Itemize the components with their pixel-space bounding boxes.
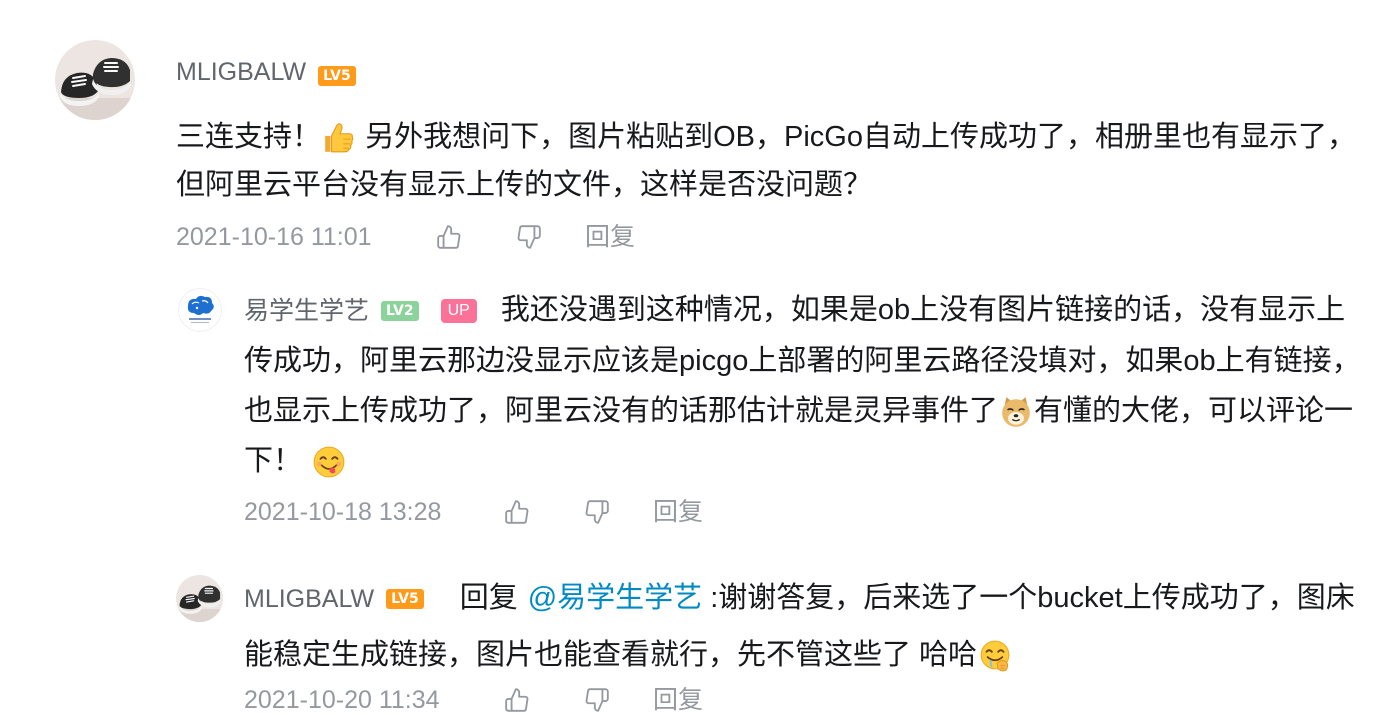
thumbs-up-emoji-icon <box>322 121 356 155</box>
reply-timestamp: 2021-10-18 13:28 <box>244 498 442 526</box>
dislike-button[interactable] <box>584 499 610 525</box>
comment-user-avatar[interactable] <box>55 40 135 120</box>
reply-username[interactable]: 易学生学艺 <box>244 297 369 325</box>
like-button[interactable] <box>504 687 530 713</box>
yummy-face-emoji-icon <box>312 445 346 479</box>
thumbs-up-icon <box>505 688 529 712</box>
user-level-badge: LV2 <box>381 301 419 322</box>
reply-button[interactable]: 回复 <box>585 222 635 252</box>
thumbs-down-icon <box>585 688 609 712</box>
dislike-button[interactable] <box>584 687 610 713</box>
reply-text: MLIGBALW LV5 回复 @易学生学艺 :谢谢答复，后来选了一个bucket上传… <box>244 570 1369 683</box>
comment-thread: MLIGBALW LV5 三连支持！ 另外我想问下，图片粘贴到OB，PicGo自动… <box>0 0 1380 715</box>
reply-button[interactable]: 回复 <box>653 497 703 527</box>
reply-meta: 2021-10-18 13:28 回复 <box>244 497 724 527</box>
comment-timestamp: 2021-10-16 11:01 <box>176 223 372 251</box>
comment-username[interactable]: MLIGBALW <box>176 58 306 86</box>
shoes-photo-avatar-icon <box>176 575 223 622</box>
thumbs-up-icon <box>437 225 461 249</box>
shoes-photo-avatar-icon <box>55 40 135 120</box>
doge-emoji-icon <box>999 395 1033 429</box>
user-level-badge: LV5 <box>318 65 356 86</box>
reply-user-avatar[interactable] <box>176 575 223 622</box>
like-button[interactable] <box>436 224 462 250</box>
reply-meta: 2021-10-20 11:34 回复 <box>244 686 724 714</box>
comment-meta: 2021-10-16 11:01 回复 <box>176 222 656 252</box>
reply-text: 易学生学艺 LV2 UP 我还没遇到这种情况，如果是ob上没有图片链接的话，没有显示上… <box>244 285 1369 486</box>
user-level-badge: LV5 <box>386 589 424 610</box>
dislike-button[interactable] <box>516 224 542 250</box>
comment-text: 三连支持！ 另外我想问下，图片粘贴到OB，PicGo自动上传成功了，相册里也有显… <box>176 113 1356 209</box>
thumbs-down-icon <box>517 225 541 249</box>
reply-button[interactable]: 回复 <box>653 686 703 714</box>
like-button[interactable] <box>504 499 530 525</box>
drooling-face-emoji-icon <box>978 639 1012 673</box>
reply-username[interactable]: MLIGBALW <box>244 585 374 613</box>
reply-user-avatar[interactable] <box>178 288 222 332</box>
up-badge: UP <box>440 299 477 324</box>
reply-prefix: 回复 <box>459 582 518 614</box>
thumbs-up-icon <box>505 500 529 524</box>
bird-logo-avatar-icon <box>178 288 222 332</box>
reply-timestamp: 2021-10-20 11:34 <box>244 686 440 714</box>
comment-header: MLIGBALW LV5 <box>176 56 356 88</box>
mention-link[interactable]: @易学生学艺 <box>528 582 702 614</box>
thumbs-down-icon <box>585 500 609 524</box>
comment-text-part: 三连支持！ <box>176 121 322 153</box>
